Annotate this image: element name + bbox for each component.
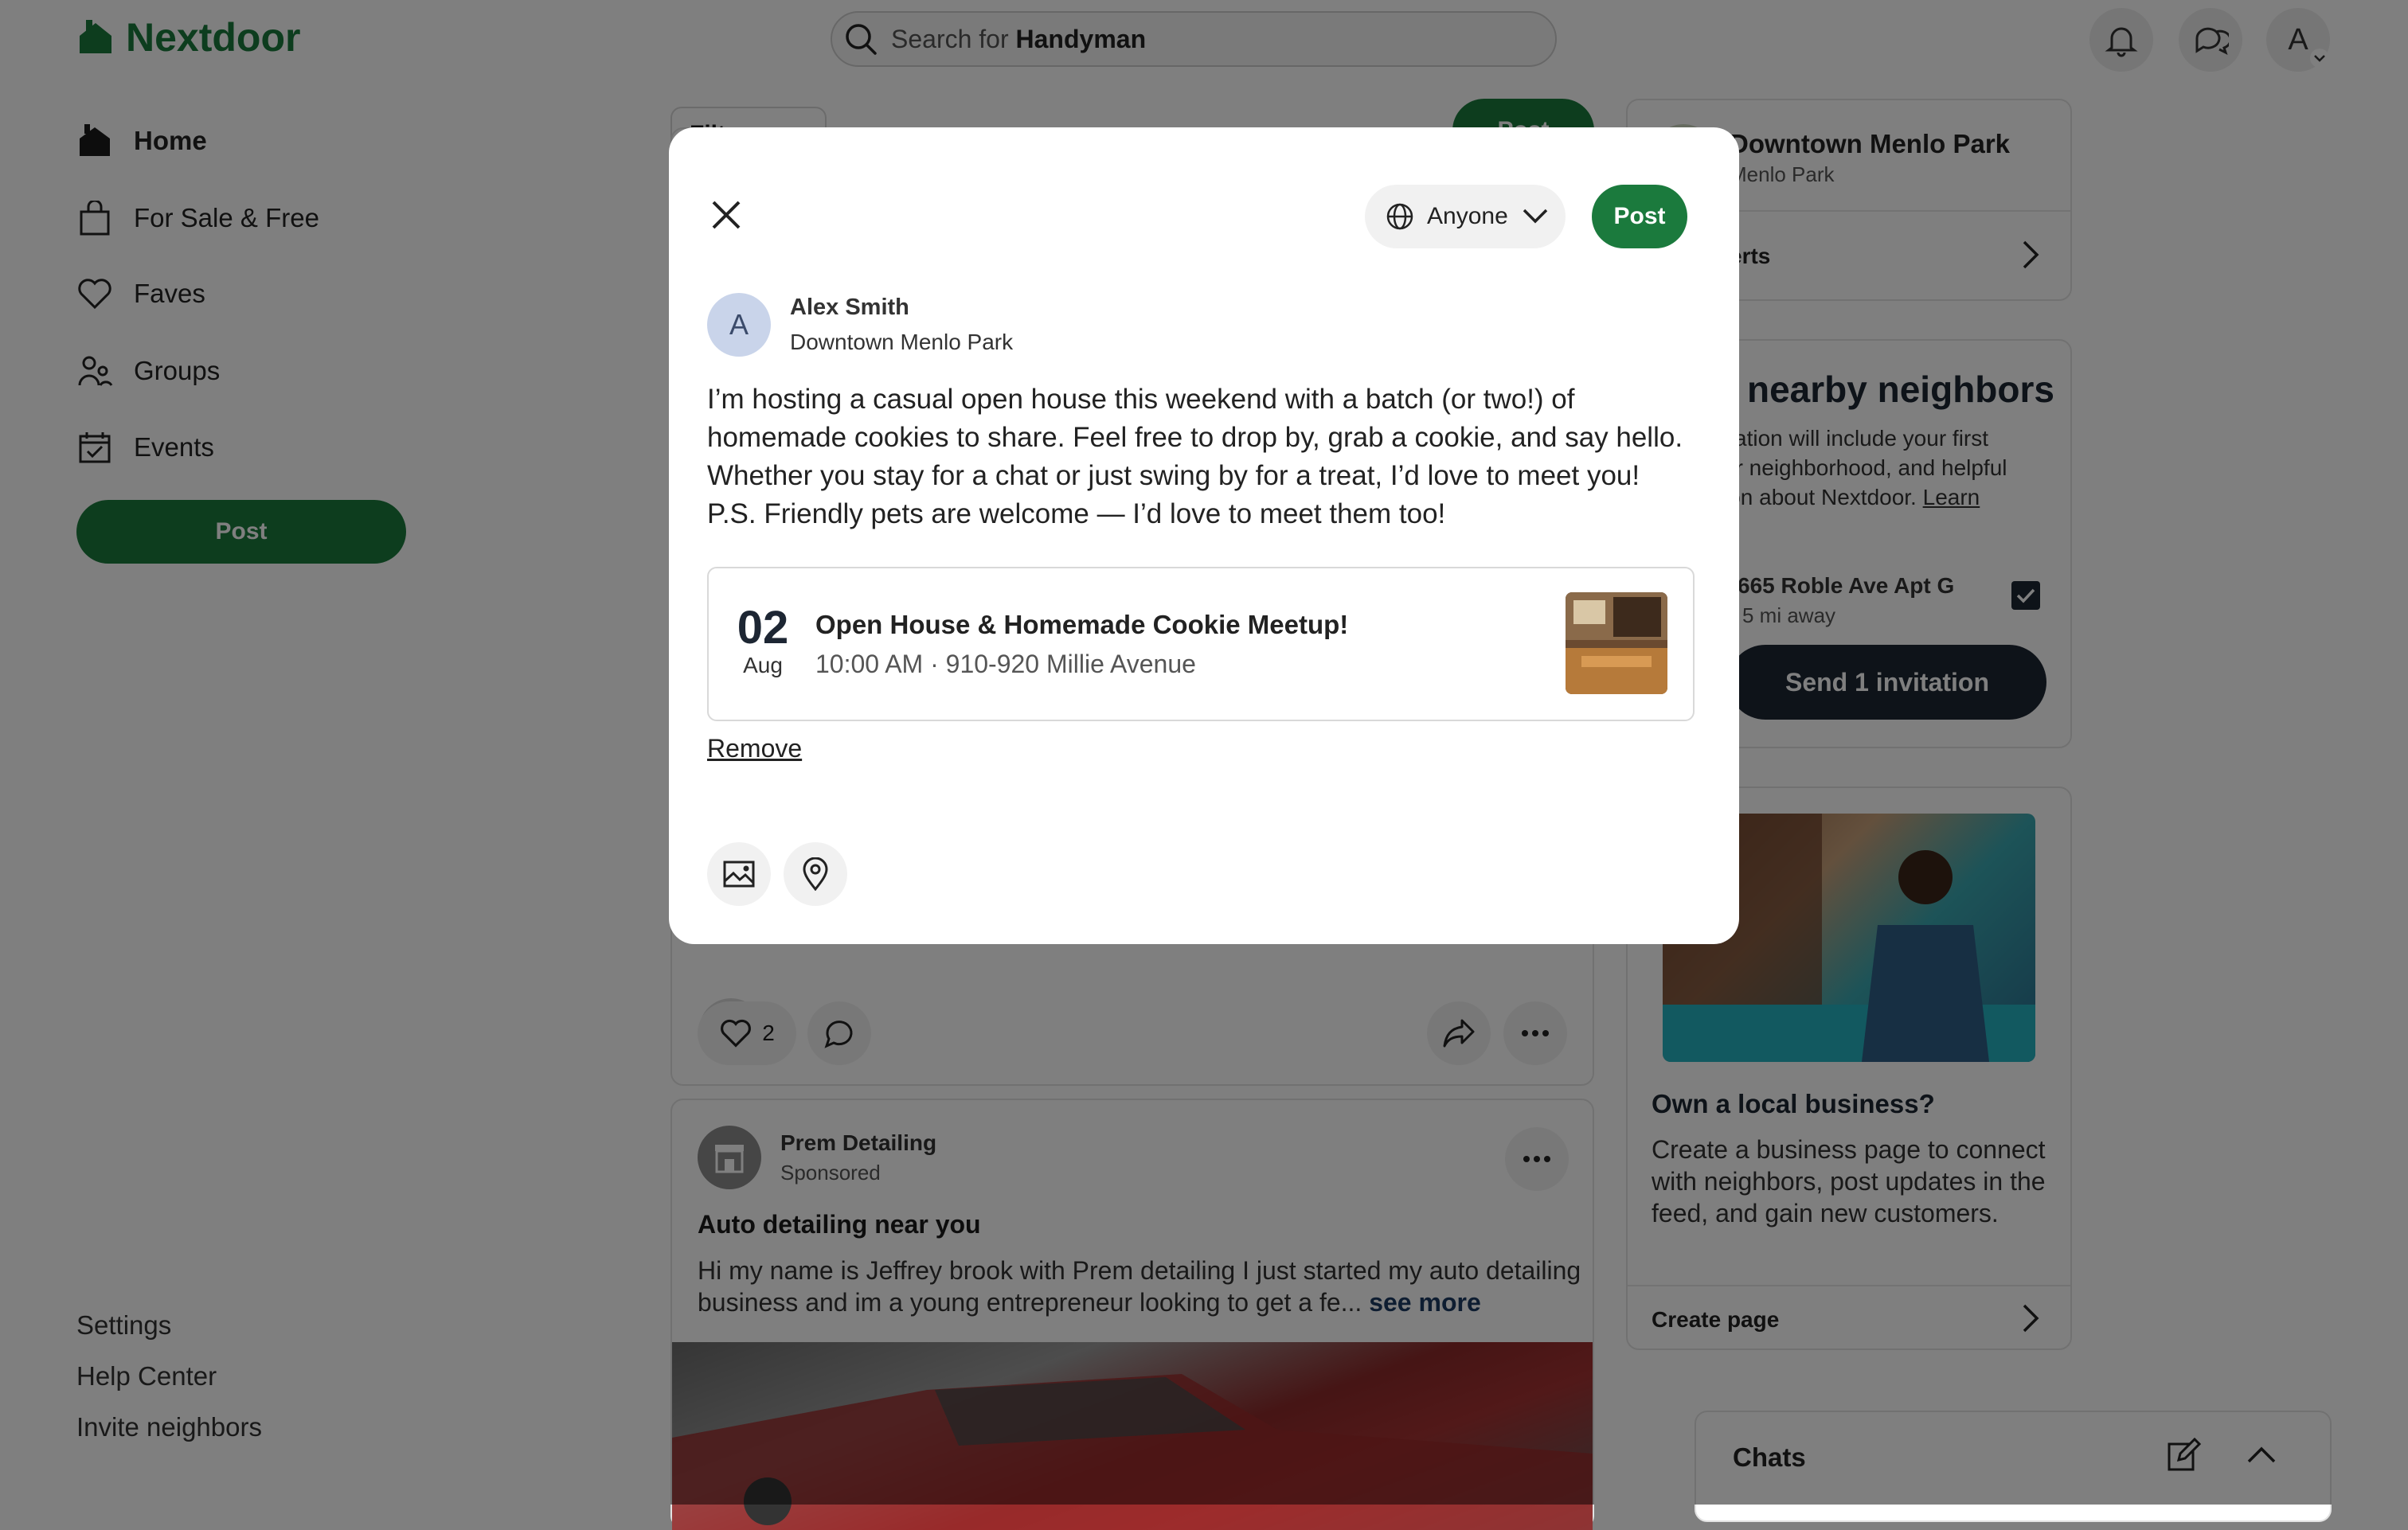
kitchen-image-graphic bbox=[1566, 592, 1667, 694]
remove-event-link[interactable]: Remove bbox=[707, 734, 802, 763]
close-button[interactable] bbox=[704, 193, 749, 237]
close-icon bbox=[712, 201, 741, 229]
event-thumbnail bbox=[1566, 592, 1667, 694]
add-location-button[interactable] bbox=[784, 842, 847, 906]
add-photo-button[interactable] bbox=[707, 842, 771, 906]
audience-selector[interactable]: Anyone bbox=[1365, 185, 1566, 248]
author-name: Alex Smith bbox=[790, 295, 909, 320]
author-avatar: A bbox=[707, 293, 771, 357]
create-post-modal bbox=[669, 127, 1739, 944]
event-date: 02 Aug bbox=[737, 602, 789, 678]
attached-event-card[interactable]: 02 Aug Open House & Homemade Cookie Meet… bbox=[707, 567, 1695, 721]
image-icon bbox=[723, 861, 755, 888]
author-neighborhood: Downtown Menlo Park bbox=[790, 330, 1014, 354]
location-pin-icon bbox=[803, 857, 828, 891]
modal-post-button[interactable]: Post bbox=[1592, 185, 1687, 248]
event-title: Open House & Homemade Cookie Meetup! bbox=[815, 610, 1349, 639]
globe-icon bbox=[1386, 203, 1413, 230]
post-body-text[interactable]: I’m hosting a casual open house this wee… bbox=[707, 381, 1695, 533]
chevron-down-icon bbox=[1523, 209, 1547, 224]
event-details: 10:00 AM · 910-920 Millie Avenue bbox=[815, 650, 1196, 678]
